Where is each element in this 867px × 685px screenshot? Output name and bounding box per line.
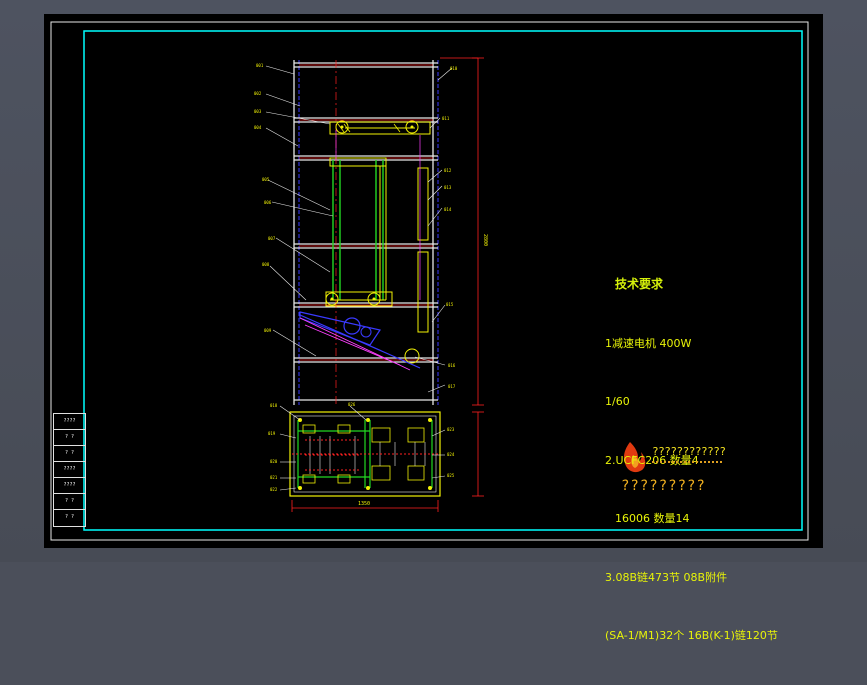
note-line: 16006 数量14 xyxy=(615,512,690,525)
cad-viewport[interactable]: 001 002 003 004 005 006 007 008 009 010 … xyxy=(0,0,867,642)
svg-text:021: 021 xyxy=(270,475,278,480)
svg-text:005: 005 xyxy=(262,177,270,182)
svg-text:023: 023 xyxy=(447,427,455,432)
svg-text:006: 006 xyxy=(264,200,272,205)
svg-text:024: 024 xyxy=(447,452,455,457)
main-elevation-view: 001 002 003 004 005 006 007 008 009 010 … xyxy=(254,57,488,406)
svg-text:008: 008 xyxy=(262,262,270,267)
svg-text:025: 025 xyxy=(447,473,455,478)
svg-text:022: 022 xyxy=(270,487,278,492)
svg-text:010: 010 xyxy=(450,66,458,71)
note-line: 3.08B链473节 08B附件 xyxy=(605,570,728,584)
svg-text:009: 009 xyxy=(264,328,272,333)
title-block-cell: ???? xyxy=(54,478,85,494)
title-block-cell: ? ? xyxy=(54,446,85,462)
svg-text:004: 004 xyxy=(254,125,262,130)
svg-text:007: 007 xyxy=(268,236,276,241)
svg-text:016: 016 xyxy=(448,363,456,368)
plan-view: 018 019 020 021 022 023 024 025 026 1350 xyxy=(268,402,484,512)
svg-text:017: 017 xyxy=(448,384,456,389)
svg-text:015: 015 xyxy=(446,302,454,307)
logo-caption: ???????????? xyxy=(652,445,726,458)
svg-text:001: 001 xyxy=(256,63,264,68)
svg-text:026: 026 xyxy=(348,402,356,407)
title-block-cell: ? ? xyxy=(54,430,85,446)
svg-text:019: 019 xyxy=(268,431,276,436)
svg-text:011: 011 xyxy=(442,116,450,121)
title-block-cell: ? ? xyxy=(64,514,75,520)
note-line: (SA-1/M1)32个 16B(K-1)链120节 xyxy=(605,629,778,642)
svg-text:003: 003 xyxy=(254,109,262,114)
notes-title: 技术要求 xyxy=(615,277,664,291)
brand-name: ????????? xyxy=(621,478,706,494)
title-block-cell: ???? xyxy=(54,414,85,430)
logo-underline xyxy=(652,461,722,467)
svg-text:012: 012 xyxy=(444,168,452,173)
title-block-cell: ???? xyxy=(54,462,85,478)
svg-text:002: 002 xyxy=(254,91,262,96)
note-line: 1减速电机 400W xyxy=(605,336,692,350)
title-block-cell: ? ? xyxy=(54,494,85,510)
svg-text:014: 014 xyxy=(444,207,452,212)
title-block: ???? ? ? ? ? ???? ???? ? ? ? ? xyxy=(53,413,86,527)
svg-text:020: 020 xyxy=(270,459,278,464)
dimension-width: 1350 xyxy=(358,501,370,507)
dimension-height: 2800 xyxy=(482,234,488,246)
svg-text:018: 018 xyxy=(270,403,278,408)
svg-text:013: 013 xyxy=(444,185,452,190)
note-line: 1/60 xyxy=(605,395,630,408)
